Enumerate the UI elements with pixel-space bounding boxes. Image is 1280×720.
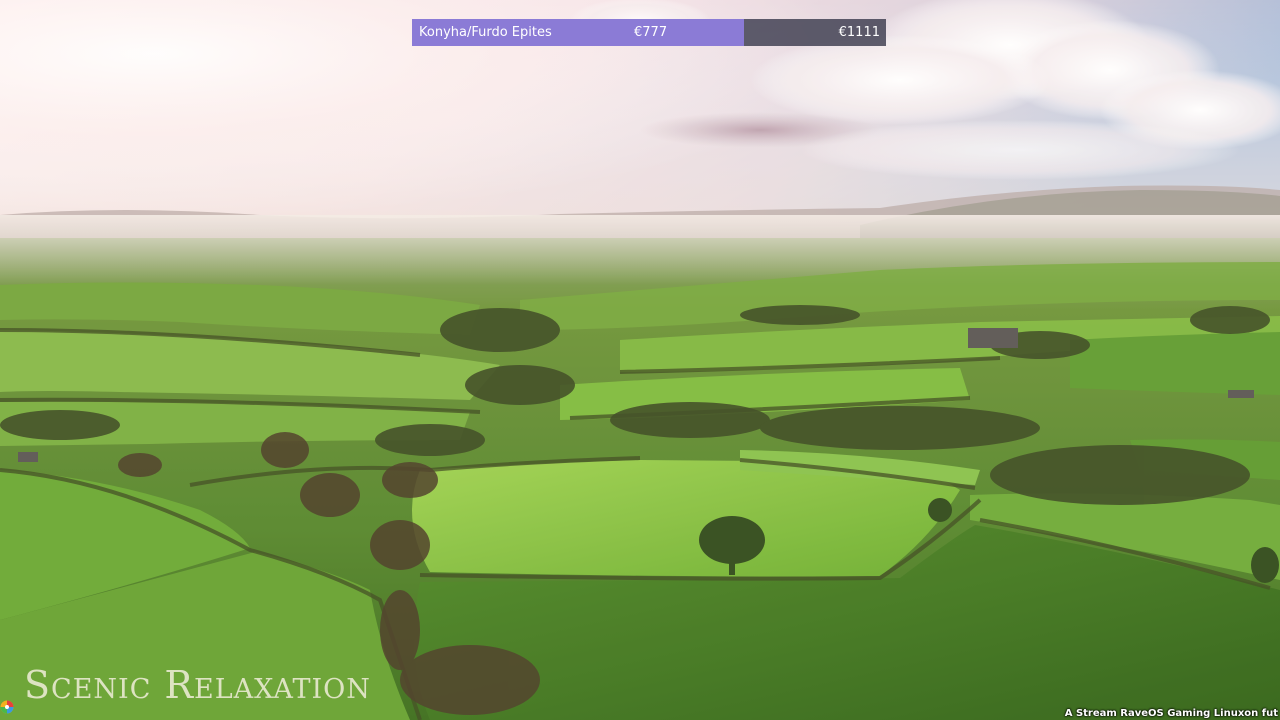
donation-goal-name: Konyha/Furdo Epites [419,25,552,40]
donation-goal-bar: Konyha/Furdo Epites €777 €1111 [412,19,886,46]
rainbow-swirl-logo-icon [0,700,14,714]
stream-info-ticker: A Stream RaveOS Gaming Linuxon fut [1064,708,1278,719]
stream-view: Konyha/Furdo Epites €777 €1111 Scenic Re… [0,0,1280,720]
channel-watermark: Scenic Relaxation [24,663,371,707]
donation-goal-target-amount: €1111 [838,25,880,40]
donation-goal-current-amount: €777 [634,25,668,40]
landscape-background [0,0,1280,720]
